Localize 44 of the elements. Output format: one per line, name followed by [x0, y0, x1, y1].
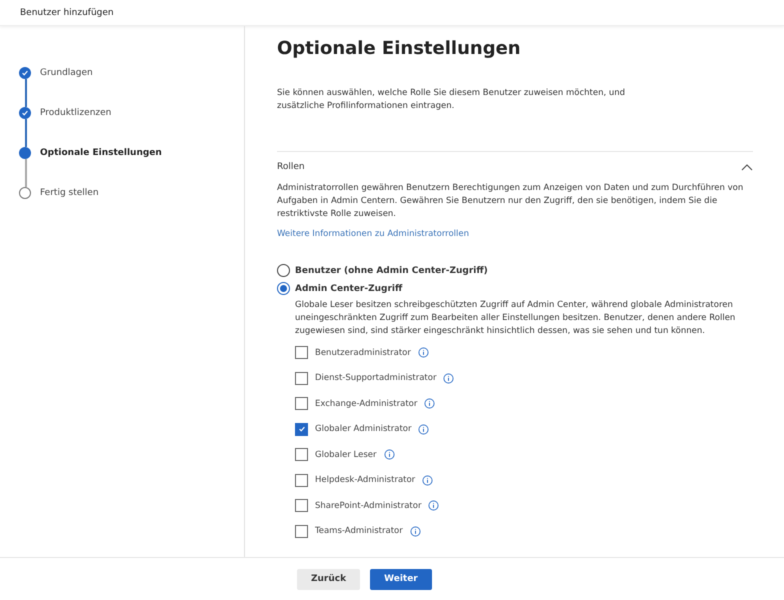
info-icon[interactable]: [384, 449, 395, 460]
intro-text: Sie können auswählen, welche Rolle Sie diesem Benutzer zuweisen möchten, und zusätzliche Profilinformationen eintragen.: [277, 87, 626, 113]
checkbox[interactable]: [295, 499, 308, 512]
info-icon[interactable]: [418, 424, 430, 435]
step-label[interactable]: Grundlagen: [40, 68, 93, 78]
radio-label[interactable]: Benutzer (ohne Admin Center-Zugriff): [295, 266, 488, 276]
radio-label[interactable]: Admin Center-Zugriff: [295, 284, 402, 294]
checkbox[interactable]: [295, 422, 308, 436]
checkbox[interactable]: [295, 474, 308, 487]
checkbox[interactable]: [295, 372, 308, 385]
access-note: Globale Leser besitzen schreibgeschützten Zugriff auf Admin Center, während globale Administratoren uneingeschränkten Zugriff zum Bearbeiten aller Einstellungen besitzen. Benutzer, denen andere Rollen zugewiesen sind, sind stärker eingeschränkt hinsichtlich dessen, was sie sehen und tun können.: [295, 299, 736, 338]
page-heading: Optionale Einstellungen: [277, 38, 522, 59]
panel-title: Benutzer hinzufügen: [20, 8, 114, 18]
role-label[interactable]: Dienst-Supportadministrator: [315, 373, 436, 384]
step-label[interactable]: Produktlizenzen: [40, 108, 112, 118]
back-button[interactable]: Zurück: [297, 568, 360, 590]
radio-button[interactable]: [277, 282, 290, 295]
info-icon[interactable]: [422, 474, 434, 486]
info-icon[interactable]: [424, 398, 436, 410]
role-label[interactable]: Globaler Leser: [315, 450, 377, 460]
check-icon: [298, 425, 306, 434]
step-label[interactable]: Optionale Einstellungen: [40, 148, 162, 158]
checkbox[interactable]: [295, 346, 308, 360]
section-title: Rollen: [277, 162, 305, 172]
checkbox[interactable]: [295, 448, 308, 462]
radio-button[interactable]: [277, 264, 290, 277]
role-label[interactable]: SharePoint-Administrator: [315, 500, 422, 511]
roles-description: Administratorrollen gewähren Benutzern Berechtigungen zum Anzeigen von Daten und zum Durchführen von Aufgaben in Admin Centern. Gewähren Sie Benutzern nur den Zugriff, den sie benötigen, indem Sie die restriktivste Rolle zuweisen.: [277, 182, 744, 221]
step-label[interactable]: Fertig stellen: [40, 188, 99, 198]
role-label[interactable]: Exchange-Administrator: [315, 398, 418, 409]
info-icon[interactable]: [418, 347, 429, 358]
checkbox[interactable]: [295, 524, 308, 538]
role-label[interactable]: Benutzeradministrator: [315, 348, 411, 358]
role-label[interactable]: Globaler Administrator: [315, 424, 412, 434]
section-header[interactable]: Rollen: [277, 152, 753, 182]
info-icon[interactable]: [410, 526, 421, 537]
info-icon[interactable]: [428, 500, 440, 512]
role-label[interactable]: Helpdesk-Administrator: [315, 475, 416, 486]
info-icon[interactable]: [443, 372, 454, 384]
chevron-up-icon[interactable]: [741, 163, 753, 171]
checkbox[interactable]: [295, 397, 308, 410]
roles-info-link[interactable]: Weitere Informationen zu Administratorrollen: [277, 229, 470, 239]
role-label[interactable]: Teams-Administrator: [315, 526, 403, 536]
next-button[interactable]: Weiter: [370, 568, 432, 590]
